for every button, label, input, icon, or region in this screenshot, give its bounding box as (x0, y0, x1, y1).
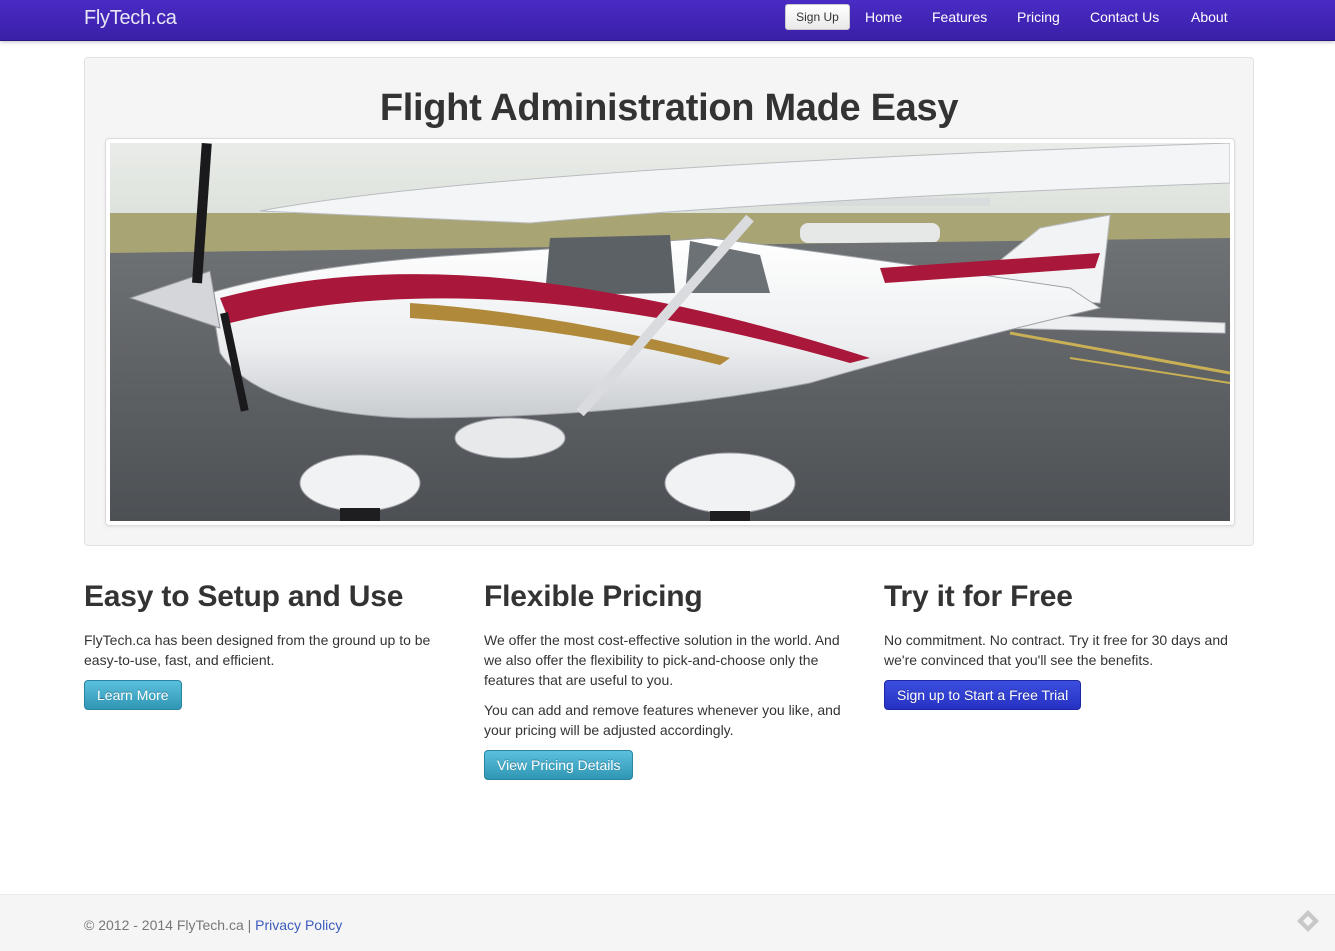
view-pricing-button[interactable]: View Pricing Details (484, 750, 634, 780)
brand-logo-link[interactable]: FlyTech.ca (84, 7, 177, 30)
feature-free-trial-title: Try it for Free (884, 580, 1073, 613)
hero-title: Flight Administration Made Easy (379, 87, 959, 129)
nav-pricing[interactable]: Pricing (1017, 9, 1060, 25)
top-navbar: FlyTech.ca Sign Up Home Features Pricing… (0, 0, 1335, 41)
feature-setup-title: Easy to Setup and Use (84, 580, 404, 613)
feature-setup: Easy to Setup and Use FlyTech.ca has bee… (84, 578, 454, 710)
hero-unit: Flight Administration Made Easy (84, 57, 1254, 546)
signup-button[interactable]: Sign Up (785, 4, 850, 30)
feature-pricing-text-1: We offer the most cost-effective solutio… (484, 632, 840, 688)
airplane-photo (110, 143, 1230, 521)
feature-pricing-text-2: You can add and remove features whenever… (484, 702, 841, 738)
free-trial-signup-button[interactable]: Sign up to Start a Free Trial (884, 680, 1082, 710)
nav-home[interactable]: Home (865, 9, 902, 25)
learn-more-button[interactable]: Learn More (84, 680, 182, 710)
page-footer: © 2012 - 2014 FlyTech.ca | Privacy Polic… (0, 894, 1335, 951)
hero-image-frame (105, 138, 1235, 526)
feature-setup-text: FlyTech.ca has been designed from the gr… (84, 632, 431, 668)
feedly-icon[interactable] (1295, 908, 1321, 934)
feature-free-trial: Try it for Free No commitment. No contra… (884, 578, 1254, 710)
feature-free-trial-text: No commitment. No contract. Try it free … (884, 632, 1228, 668)
footer-text: © 2012 - 2014 FlyTech.ca | Privacy Polic… (84, 917, 342, 933)
nav-about[interactable]: About (1191, 9, 1228, 25)
copyright-text: © 2012 - 2014 FlyTech.ca | (84, 917, 252, 933)
feature-pricing: Flexible Pricing We offer the most cost-… (484, 578, 854, 780)
privacy-policy-link[interactable]: Privacy Policy (255, 917, 342, 933)
nav-features[interactable]: Features (932, 9, 987, 25)
feature-pricing-title: Flexible Pricing (484, 580, 703, 613)
nav-contact-us[interactable]: Contact Us (1090, 9, 1159, 25)
